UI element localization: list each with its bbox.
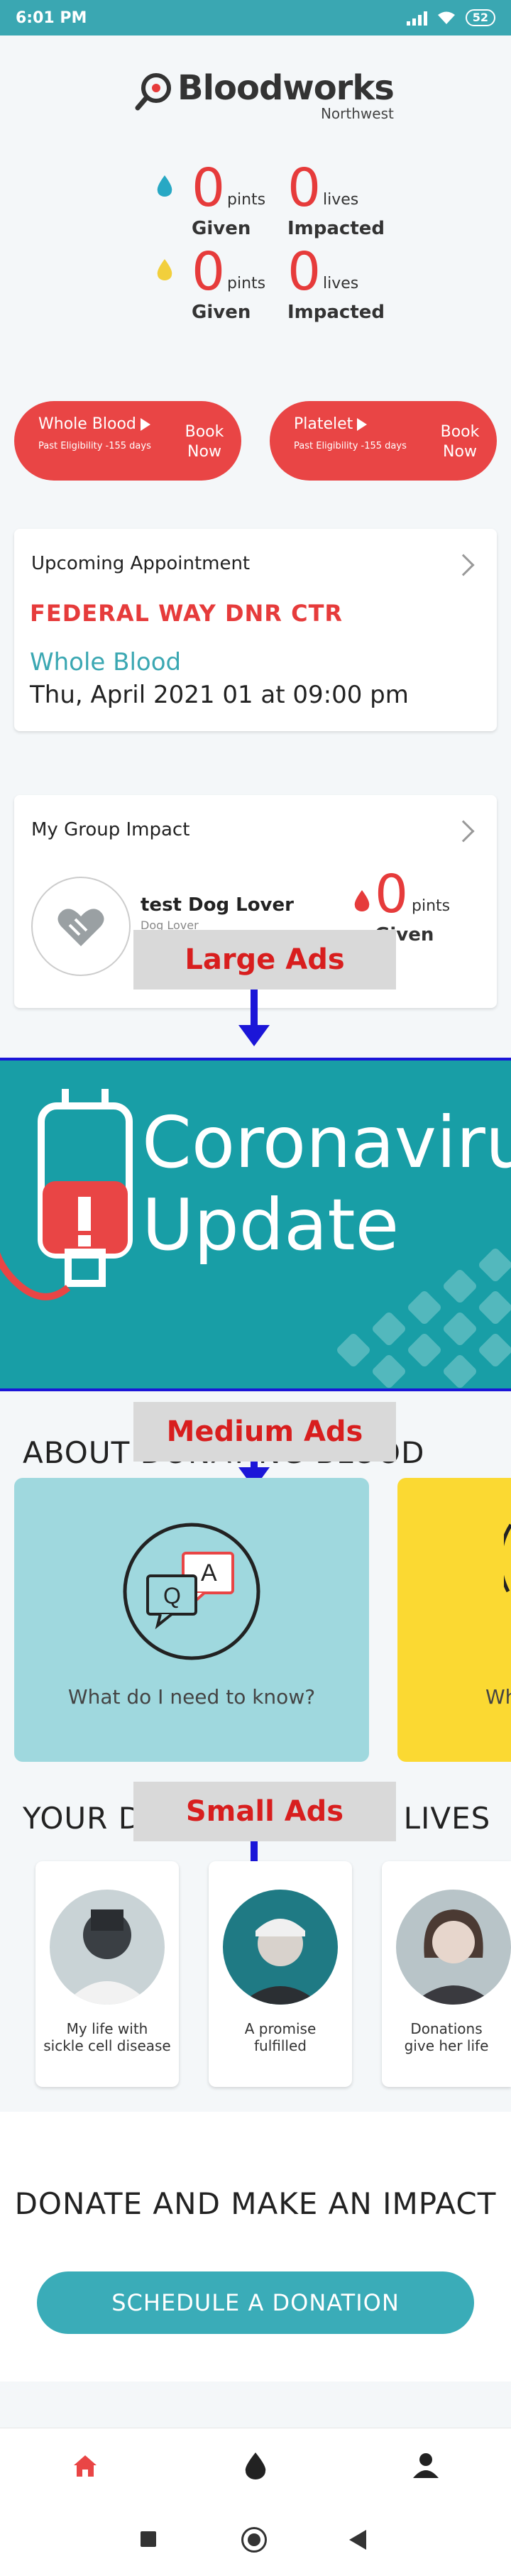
group-avatar [31,877,131,976]
stat-row: 0 pints Given 0 lives Impacted [149,241,385,327]
caption-line: give her life [404,2037,489,2054]
brand-logo: Bloodworks Northwest [135,68,395,122]
upcoming-appointment-card[interactable]: Upcoming Appointment FEDERAL WAY DNR CTR… [14,529,497,731]
card-title: Upcoming Appointment [31,553,251,574]
banner-line1: Coronavirus [142,1101,511,1184]
svg-text:Q: Q [163,1583,181,1608]
stat-label: Impacted [287,302,385,323]
donation-stats: 0 pints Given 0 lives Impacted 0 pints G… [149,158,385,327]
story-photo [223,1890,338,2005]
signal-icon [406,10,427,26]
home-icon[interactable] [70,2450,101,2481]
question-answer-icon: A Q [123,1523,260,1660]
caption-line: My life with [66,2020,148,2037]
coronavirus-update-banner[interactable]: Coronavirus Update [0,1058,511,1391]
book-now-label: Book Now [185,423,224,461]
red-drop-icon [354,890,370,911]
book-whole-blood-button[interactable]: Whole Blood Past Eligibility -155 days B… [14,401,241,481]
blue-drop-icon [157,175,172,197]
story-card[interactable]: My life with sickle cell disease [35,1861,179,2087]
schedule-donation-button[interactable]: SCHEDULE A DONATION [37,2271,474,2334]
eligibility-text: Past Eligibility -155 days [38,441,151,451]
logo-mark-icon [135,73,171,111]
impact-section [0,2112,511,2382]
svg-text:A: A [201,1560,217,1586]
appointment-type: Whole Blood [30,648,182,676]
system-navigation-bar [0,2506,511,2576]
book-now-label: Book Now [440,423,480,461]
story-card[interactable]: Donations give her life [382,1861,511,2087]
story-photo [50,1890,165,2005]
stat-given: 0 pints Given [192,241,265,323]
yellow-drop-icon [157,259,172,280]
story-caption: A promise fulfilled [211,2020,349,2054]
profile-icon[interactable] [410,2450,441,2481]
eligibility-text: Past Eligibility -155 days [294,441,407,451]
stat-given: 0 pints Given [192,158,265,239]
topic-question: Wh [485,1685,511,1709]
heart-hands-icon [57,909,104,946]
group-value: 0 [375,864,409,925]
stat-label: Given [192,218,251,239]
story-card[interactable]: A promise fulfilled [209,1861,352,2087]
appointment-center: FEDERAL WAY DNR CTR [30,600,344,627]
book-platelet-button[interactable]: Platelet Past Eligibility -155 days Book… [270,401,497,481]
stat-value: 0 [287,158,322,219]
status-bar: 6:01 PM 52 [0,0,511,35]
stat-unit: pints [227,275,266,292]
bottom-tab-bar [0,2428,511,2506]
brand-region: Northwest [320,105,394,122]
stat-unit: lives [323,191,359,209]
battery-icon: 52 [465,9,495,26]
caption-line: sickle cell disease [43,2037,171,2054]
medium-ads-label: Medium Ads [133,1402,396,1462]
brand-name: Bloodworks [177,68,395,108]
stat-unit: pints [227,191,266,209]
story-caption: Donations give her life [385,2020,508,2054]
impact-heading: DONATE AND MAKE AN IMPACT [14,2186,497,2221]
group-unit: pints [412,897,451,915]
large-ads-label: Large Ads [133,930,396,990]
stat-value: 0 [192,158,226,219]
topic-card[interactable]: A Q What do I need to know? [14,1478,369,1762]
play-icon [357,418,368,431]
stat-row: 0 pints Given 0 lives Impacted [149,158,385,243]
group-name: test Dog Lover [141,894,294,916]
stat-label: Given [192,302,251,323]
small-ads-label: Small Ads [133,1782,396,1841]
caption-line: A promise [244,2020,317,2037]
topic-icon [504,1523,511,1593]
stat-value: 0 [192,241,226,302]
chevron-right-icon[interactable] [452,554,475,576]
home-nav-icon[interactable] [241,2527,267,2553]
play-icon [140,418,150,431]
back-icon[interactable] [349,2530,366,2550]
story-caption: My life with sickle cell disease [38,2020,176,2054]
caption-line: Donations [410,2020,483,2037]
topic-question: What do I need to know? [67,1685,316,1709]
chevron-right-icon[interactable] [452,820,475,843]
status-time: 6:01 PM [16,9,87,27]
caption-line: fulfilled [254,2037,307,2054]
stat-label: Impacted [287,218,385,239]
recents-icon[interactable] [141,2531,156,2547]
card-title: My Group Impact [31,819,190,840]
book-title: Whole Blood [38,415,136,433]
wifi-icon [437,11,456,25]
blood-bag-icon [0,1089,133,1300]
book-title: Platelet [294,415,353,433]
blood-drop-icon[interactable] [240,2450,271,2481]
stat-value: 0 [287,241,322,302]
stat-lives: 0 lives Impacted [287,241,385,323]
stat-lives: 0 lives Impacted [287,158,385,239]
topic-card[interactable]: Wh [397,1478,511,1762]
appointment-date: Thu, April 2021 01 at 09:00 pm [30,681,409,709]
virus-pattern-graphic [337,1249,511,1388]
stat-unit: lives [323,275,359,292]
story-photo [396,1890,511,2005]
